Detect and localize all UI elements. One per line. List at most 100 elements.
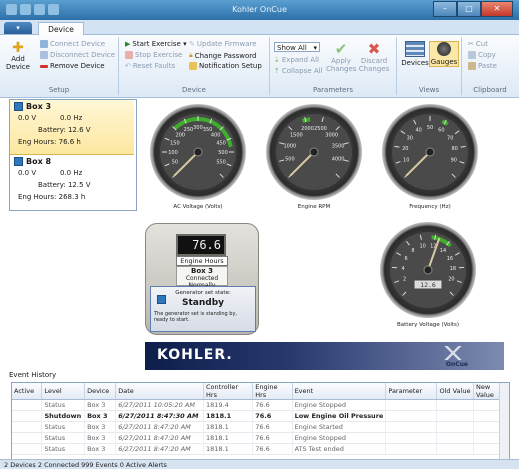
table-header-row: ActiveLevelDeviceDateController HrsEngin… (12, 383, 510, 400)
table-cell: 6/27/2011 8:47:20 AM (116, 433, 204, 444)
apply-changes-button[interactable]: ✔ Apply Changes (326, 41, 356, 73)
copy-icon (468, 51, 476, 59)
column-header[interactable]: Date (116, 383, 204, 400)
expand-all-button[interactable]: ⇣Expand All (274, 56, 319, 64)
remove-device-button[interactable]: Remove Device (40, 62, 105, 70)
column-header[interactable]: Engine Hrs (253, 383, 292, 400)
table-cell: Status (42, 422, 85, 433)
column-header[interactable]: Parameter (386, 383, 437, 400)
battery-voltage-gauge: 246810121416182012.6 (380, 222, 476, 318)
device-engine-hours: Eng Hours: 268.3 h (18, 193, 85, 201)
table-cell (386, 411, 437, 422)
table-cell (437, 444, 474, 455)
add-device-button[interactable]: ✚ Add Device (6, 41, 30, 71)
table-cell (437, 422, 474, 433)
engine-hours-display: 76.6 (176, 234, 226, 256)
table-cell: Box 3 (85, 444, 116, 455)
change-password-button[interactable]: 🔒︎Change Password (189, 51, 256, 60)
kohler-logo: KOHLER. (157, 347, 233, 363)
device-name: Box 3 (26, 102, 51, 111)
table-cell: 76.6 (253, 422, 292, 433)
play-icon: ▶ (125, 40, 130, 48)
device-card-box-8[interactable]: Box 8 0.0 V 0.0 Hz Battery: 12.5 V Eng H… (10, 155, 134, 209)
devices-view-button[interactable]: Devices (401, 41, 429, 67)
table-cell: 76.6 (253, 411, 292, 422)
column-header[interactable]: Event (292, 383, 386, 400)
gauge-tick-label: 10 (419, 244, 425, 250)
collapse-all-button[interactable]: ⇡Collapse All (274, 67, 323, 75)
gauge-tick-label: 30 (407, 135, 413, 141)
table-cell: 76.6 (253, 433, 292, 444)
table-cell: Status (42, 433, 85, 444)
paste-icon (468, 62, 476, 70)
start-exercise-button[interactable]: ▶Start Exercise ▾ (125, 40, 187, 48)
event-history-table[interactable]: ActiveLevelDeviceDateController HrsEngin… (11, 382, 510, 461)
gauge-tick-label: 8 (411, 248, 414, 254)
gauge-tick-label: 400 (211, 132, 221, 138)
table-row[interactable]: StatusBox 36/27/2011 8:47:20 AM1818.176.… (12, 433, 510, 444)
table-row[interactable]: StatusBox 36/27/2011 8:47:20 AM1818.176.… (12, 422, 510, 433)
status-bar: 2 Devices 2 Connected 999 Events 0 Activ… (0, 459, 519, 469)
remove-icon (40, 65, 48, 68)
table-cell (437, 411, 474, 422)
gauge-tick-label: 2 (403, 277, 406, 283)
discard-changes-button[interactable]: ✖ Discard Changes (358, 41, 390, 73)
disconnect-icon (40, 51, 48, 59)
minimize-button[interactable]: – (433, 1, 457, 17)
application-menu-button[interactable]: ▾ (4, 22, 32, 34)
gauge-tick-label: 40 (415, 128, 421, 134)
frequency-gauge: 102030405060708090 (382, 104, 478, 200)
device-frequency: 0.0 Hz (60, 169, 82, 177)
gauge-tick-label: 2000 (301, 126, 314, 132)
maximize-button[interactable]: □ (457, 1, 481, 17)
checkmark-icon: ✔ (326, 41, 356, 57)
device-voltage: 0.0 V (18, 114, 36, 122)
connect-device-button[interactable]: Connect Device (40, 40, 105, 48)
notification-setup-button[interactable]: Notification Setup (189, 62, 262, 70)
gauges-view-button[interactable]: Gauges (429, 41, 459, 67)
table-cell: 6/27/2011 8:47:20 AM (116, 422, 204, 433)
gauge-tick-label: 150 (170, 140, 180, 146)
table-cell: 1818.1 (204, 422, 253, 433)
table-row[interactable]: StatusBox 36/27/2011 8:47:20 AM1818.176.… (12, 444, 510, 455)
lock-icon: 🔒︎ (189, 51, 193, 60)
copy-button[interactable]: Copy (468, 51, 496, 59)
table-row[interactable]: ShutdownBox 36/27/2011 8:47:30 AM1818.17… (12, 411, 510, 422)
generator-state-value: Standby (151, 298, 255, 308)
device-card-box-3[interactable]: Box 3 0.0 V 0.0 Hz Battery: 12.6 V Eng H… (10, 100, 134, 155)
show-all-select[interactable]: Show All (274, 42, 320, 52)
disconnect-device-button[interactable]: Disconnect Device (40, 51, 115, 59)
table-cell: Box 3 (85, 411, 116, 422)
gauge-readout: 12.6 (420, 281, 436, 289)
expand-icon: ⇣ (274, 56, 280, 64)
update-firmware-button[interactable]: ✎Update Firmware (189, 40, 257, 48)
device-frequency: 0.0 Hz (60, 114, 82, 122)
stop-exercise-button[interactable]: Stop Exercise (125, 51, 182, 59)
tab-device[interactable]: Device (38, 22, 84, 36)
gauge-tick-label: 450 (216, 140, 226, 146)
column-header[interactable]: Old Value (437, 383, 474, 400)
device-name: Box 8 (26, 157, 51, 166)
gauge-tick-label: 3000 (325, 132, 338, 138)
reset-faults-button[interactable]: ↶Reset Faults (125, 62, 175, 70)
gauge-tick-label: 4000 (332, 156, 345, 162)
paste-button[interactable]: Paste (468, 62, 497, 70)
table-row[interactable]: StatusBox 36/27/2011 10:05:20 AM1819.476… (12, 400, 510, 411)
scissors-icon: ✂ (468, 40, 474, 48)
table-cell: Box 3 (85, 433, 116, 444)
stop-icon (125, 51, 133, 59)
cut-button[interactable]: ✂Cut (468, 40, 488, 48)
kohler-banner: KOHLER. OnCue (145, 342, 504, 370)
column-header[interactable]: Level (42, 383, 85, 400)
close-button[interactable]: ✕ (481, 1, 513, 17)
vertical-scrollbar[interactable] (499, 383, 509, 460)
column-header[interactable]: Controller Hrs (204, 383, 253, 400)
ribbon-group-device: ▶Start Exercise ▾ Stop Exercise ↶Reset F… (119, 37, 270, 95)
table-cell (386, 400, 437, 411)
table-cell: 1818.1 (204, 444, 253, 455)
table-cell: 6/27/2011 8:47:20 AM (116, 444, 204, 455)
column-header[interactable]: Active (12, 383, 42, 400)
title-bar: Kohler OnCue – □ ✕ (0, 0, 519, 20)
column-header[interactable]: Device (85, 383, 116, 400)
table-cell (386, 433, 437, 444)
